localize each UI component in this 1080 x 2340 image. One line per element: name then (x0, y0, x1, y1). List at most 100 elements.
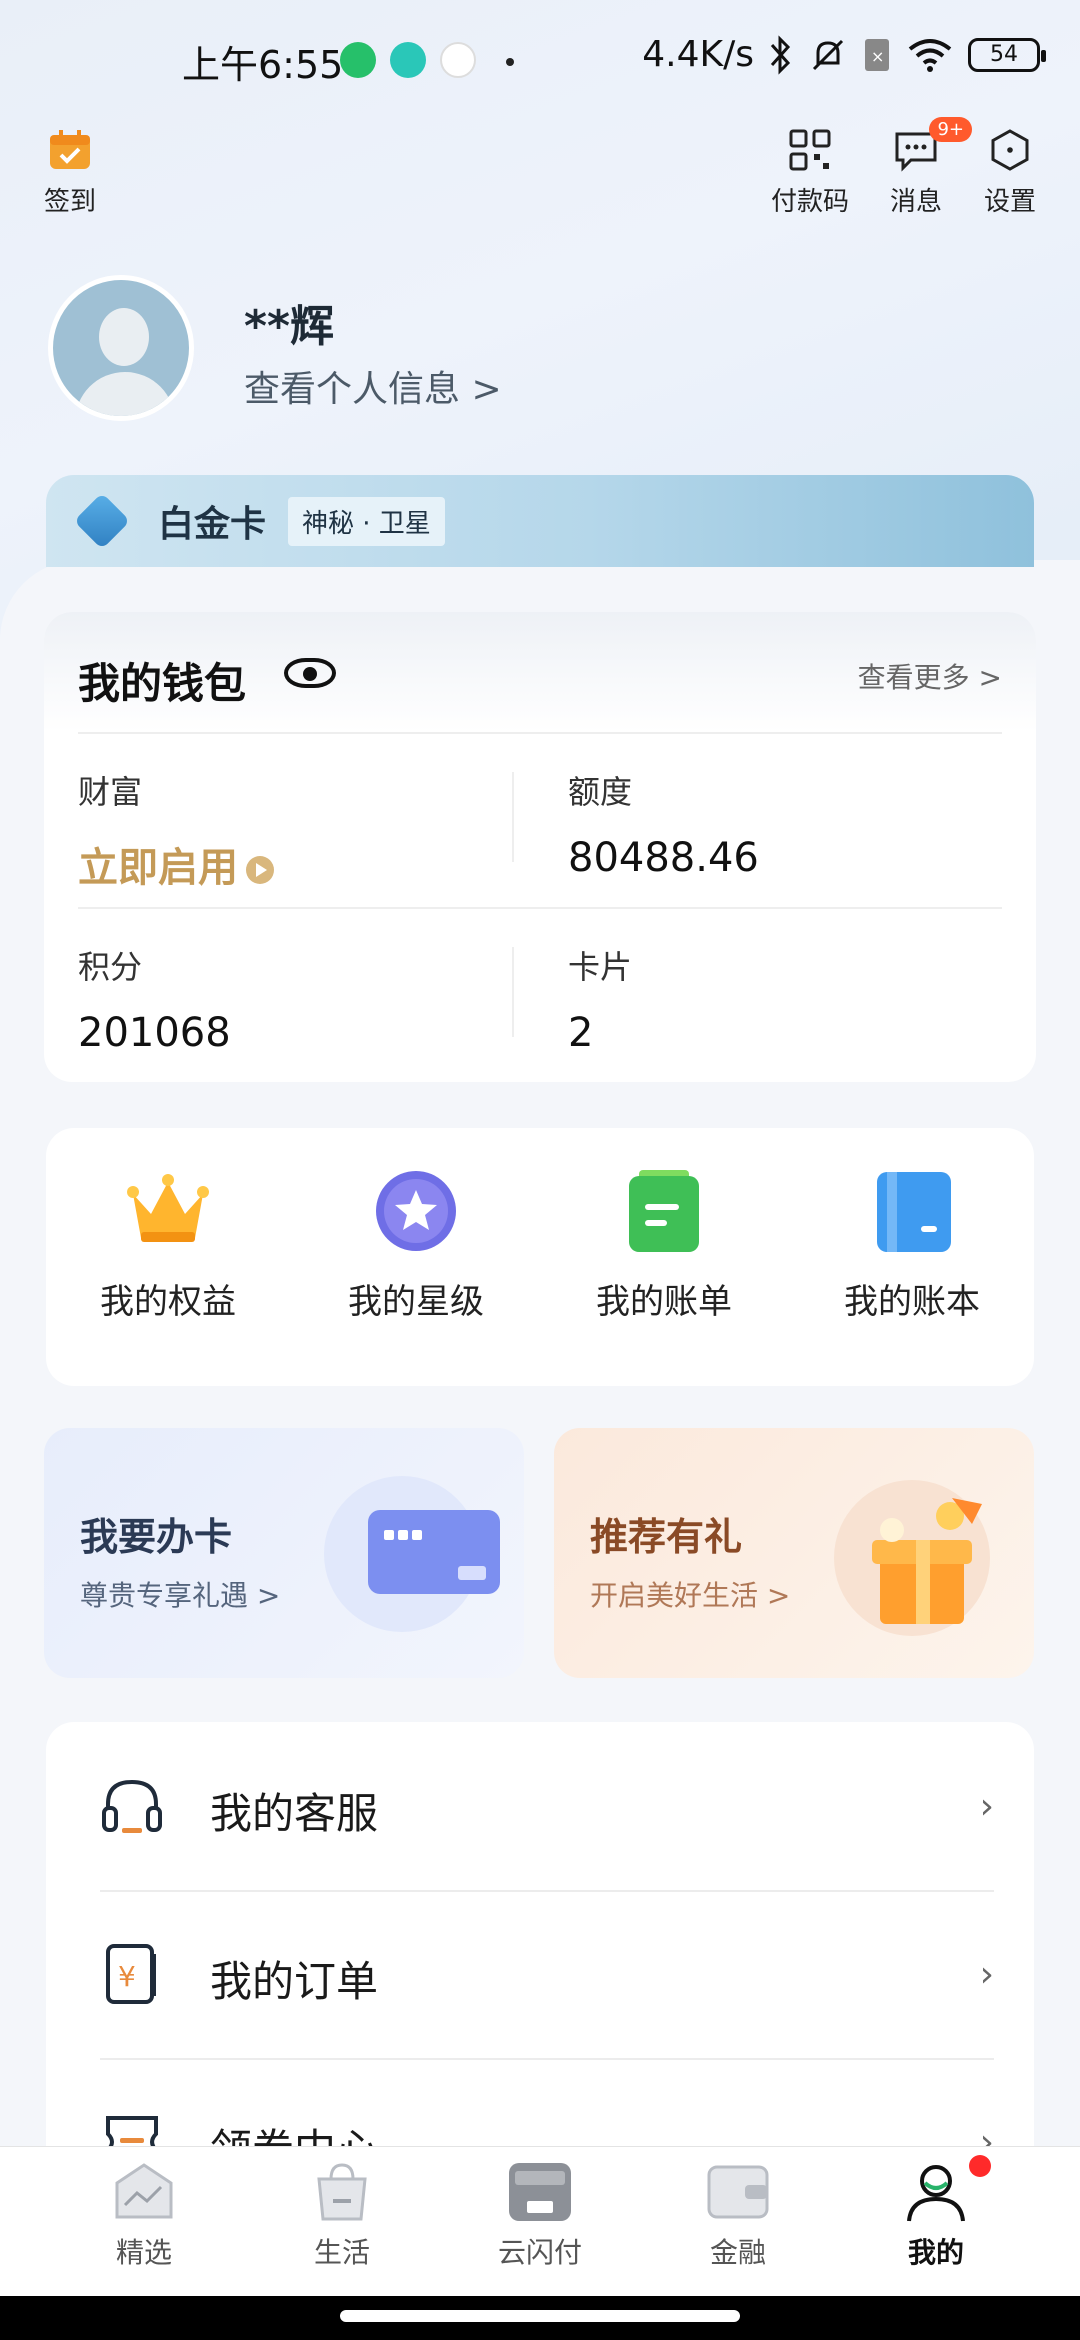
wallet-title: 我的钱包 (78, 659, 247, 708)
status-time: 上午6:55 (182, 43, 344, 87)
points-value: 201068 (78, 1010, 231, 1056)
my-bill-label: 我的账单 (596, 1282, 732, 1322)
profile-icon (903, 2155, 991, 2223)
wealth-label: 财富 (78, 773, 143, 811)
tab-life[interactable]: 生活 (272, 2161, 412, 2271)
checkin-button[interactable]: 签到 (40, 125, 100, 218)
chevron-right-icon: › (979, 1786, 994, 1827)
wallet-card: 我的钱包 查看更多 > 财富 立即启用 额度 80488.46 积分 20106… (44, 612, 1036, 1082)
points-label: 积分 (78, 948, 143, 986)
bluetooth-icon (770, 34, 791, 75)
tab-finance[interactable]: 金融 (668, 2161, 808, 2271)
tab-quickpass[interactable]: 云闪付 (470, 2161, 610, 2271)
apply-card-title: 我要办卡 (80, 1515, 233, 1559)
battery-indicator: 54 (968, 37, 1046, 72)
battery-level: 54 (990, 42, 1018, 67)
credit-limit-cell[interactable]: 额度 80488.46 (568, 767, 759, 881)
status-right: 4.4K/s × 54 (642, 34, 1046, 75)
unionpay-icon (507, 2161, 573, 2223)
bill-icon (621, 1168, 707, 1254)
visibility-eye-icon[interactable] (284, 658, 336, 688)
tab-quickpass-label: 云闪付 (497, 2236, 582, 2269)
customer-service-label: 我的客服 (210, 1789, 379, 1838)
more-notifications-icon (506, 58, 514, 66)
divider (512, 772, 514, 862)
svg-text:×: × (871, 47, 884, 66)
settings-button[interactable]: 设置 (980, 125, 1040, 218)
wealth-value: 立即启用 (78, 835, 274, 893)
wealth-activate-text: 立即启用 (78, 845, 238, 891)
apply-card-subtitle: 尊贵专享礼遇 > (80, 1579, 281, 1612)
user-name: **辉 (244, 301, 335, 352)
my-ledger-label: 我的账本 (844, 1282, 980, 1322)
my-star-level-button[interactable]: 我的星级 (316, 1168, 516, 1323)
gift-box-icon (832, 1458, 1022, 1658)
shopping-bag-icon (309, 2161, 375, 2223)
message-icon: 9+ (886, 117, 972, 175)
referral-subtitle: 开启美好生活 > (590, 1579, 791, 1612)
wallet-icon (705, 2161, 771, 2223)
avatar-body (75, 372, 175, 416)
network-speed: 4.4K/s (642, 34, 754, 75)
my-benefits-button[interactable]: 我的权益 (68, 1168, 268, 1323)
charging-icon (340, 42, 376, 78)
featured-icon (111, 2161, 177, 2223)
status-bar: 上午6:55 4.4K/s × 54 (0, 0, 1080, 120)
svg-text:¥: ¥ (118, 1960, 136, 1993)
credit-limit-value: 80488.46 (568, 835, 759, 881)
bottom-tab-bar: 精选 生活 云闪付 金融 我的 (0, 2146, 1080, 2296)
ledger-icon (869, 1168, 955, 1254)
my-ledger-button[interactable]: 我的账本 (812, 1168, 1012, 1323)
paycode-button[interactable]: 付款码 (770, 125, 850, 218)
divider (78, 907, 1002, 909)
membership-tier-card[interactable]: 白金卡 神秘 · 卫星 (46, 475, 1034, 567)
avatar[interactable] (48, 275, 194, 421)
my-orders-label: 我的订单 (210, 1957, 379, 2006)
credit-card-icon (322, 1472, 502, 1642)
diamond-icon (73, 492, 131, 550)
tab-featured[interactable]: 精选 (74, 2161, 214, 2271)
app-notification-icon (390, 42, 426, 78)
mute-icon (812, 39, 844, 70)
messages-button[interactable]: 9+ 消息 (886, 117, 972, 218)
qr-code-icon (770, 125, 850, 175)
apply-card-promo[interactable]: 我要办卡 尊贵专享礼遇 > (44, 1428, 524, 1678)
chevron-right-icon: › (979, 1954, 994, 1995)
my-benefits-label: 我的权益 (100, 1282, 236, 1322)
checkin-label: 签到 (43, 187, 96, 217)
my-orders-row[interactable]: ¥ 我的订单 › (46, 1890, 1034, 2058)
tab-mine[interactable]: 我的 (866, 2155, 1006, 2271)
messages-label: 消息 (889, 187, 942, 217)
wallet-header: 我的钱包 查看更多 > (44, 612, 1036, 732)
system-navigation-bar (0, 2296, 1080, 2340)
view-profile-link[interactable]: 查看个人信息 > (244, 360, 502, 412)
tab-featured-label: 精选 (115, 2236, 172, 2269)
cards-cell[interactable]: 卡片 2 (568, 942, 632, 1056)
paycode-label: 付款码 (770, 187, 849, 217)
cards-value: 2 (568, 1010, 594, 1056)
home-indicator[interactable] (340, 2310, 740, 2322)
play-store-icon (440, 42, 476, 78)
referral-title: 推荐有礼 (590, 1515, 743, 1559)
points-cell[interactable]: 积分 201068 (78, 942, 231, 1056)
referral-promo[interactable]: 推荐有礼 开启美好生活 > (554, 1428, 1034, 1678)
wealth-cell[interactable]: 财富 立即启用 (78, 767, 274, 893)
avatar-head (99, 308, 149, 366)
my-bill-button[interactable]: 我的账单 (564, 1168, 764, 1323)
tier-name: 白金卡 (158, 504, 267, 545)
quick-actions-grid: 我的权益 我的星级 我的账单 我的账本 (46, 1128, 1034, 1386)
customer-service-row[interactable]: 我的客服 › (46, 1722, 1034, 1890)
divider (512, 947, 514, 1037)
settings-label: 设置 (983, 187, 1036, 217)
cards-label: 卡片 (568, 948, 633, 986)
wifi-icon (908, 38, 952, 72)
notification-dot (969, 2155, 991, 2177)
tab-mine-label: 我的 (907, 2236, 964, 2269)
order-receipt-icon: ¥ (100, 1942, 164, 2006)
view-more-link[interactable]: 查看更多 > (858, 656, 1002, 696)
calendar-icon (40, 125, 100, 175)
top-action-bar: 签到 付款码 9+ 消息 设置 (0, 117, 1080, 218)
settings-hexagon-icon (980, 125, 1040, 175)
headset-icon (100, 1774, 164, 1838)
messages-badge: 9+ (929, 117, 972, 142)
